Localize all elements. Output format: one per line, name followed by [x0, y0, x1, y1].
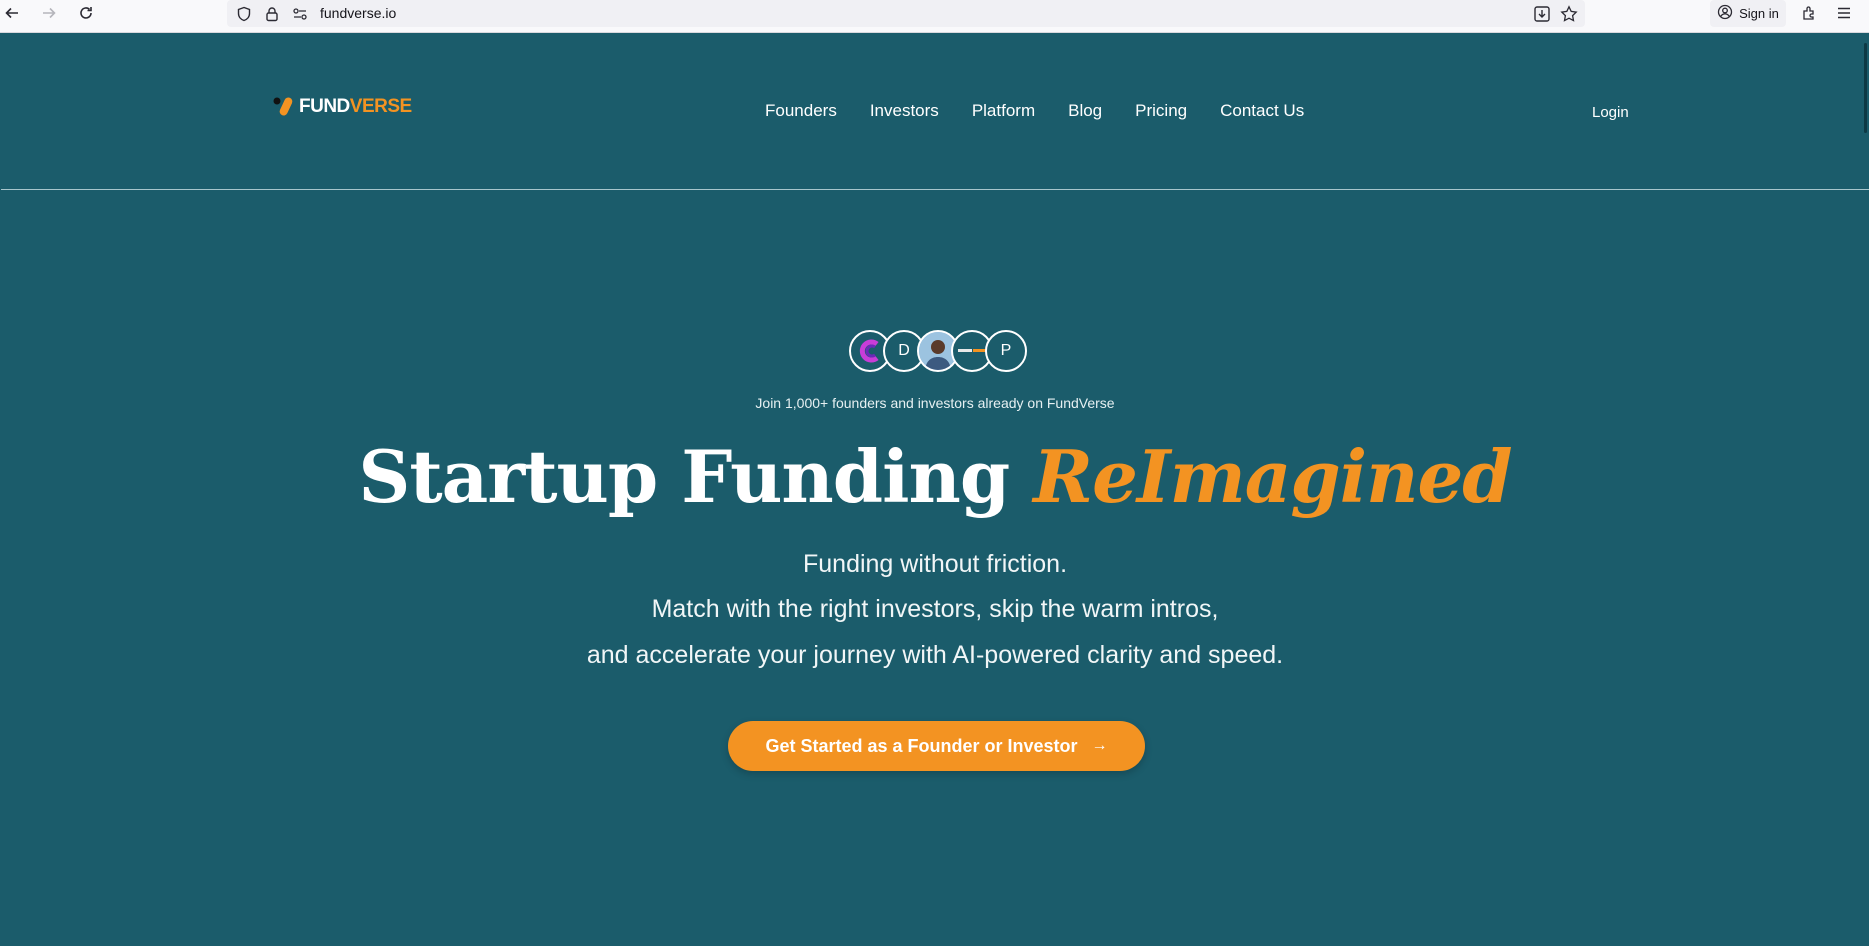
- logo-text-fund: FUND: [299, 96, 350, 117]
- menu-icon[interactable]: [1832, 2, 1856, 24]
- nav-blog[interactable]: Blog: [1068, 101, 1102, 121]
- back-icon[interactable]: [0, 2, 24, 24]
- reload-icon[interactable]: [74, 2, 98, 24]
- company-logo-icon: [859, 339, 879, 363]
- account-icon: [1717, 4, 1733, 23]
- hero-title: Startup Funding ReImagined: [1, 441, 1869, 513]
- main-nav: Founders Investors Platform Blog Pricing…: [765, 101, 1337, 121]
- get-started-label: Get Started as a Founder or Investor: [765, 735, 1078, 756]
- login-link[interactable]: Login: [1592, 104, 1629, 121]
- save-to-pocket-icon[interactable]: [1532, 4, 1552, 24]
- url-text[interactable]: fundverse.io: [320, 5, 396, 21]
- page: FUNDVERSE Founders Investors Platform Bl…: [1, 33, 1869, 946]
- site-settings-icon[interactable]: [290, 4, 310, 24]
- logo-text-verse: VERSE: [349, 96, 412, 117]
- avatar-initial: P: [1000, 342, 1012, 359]
- hero-title-main: Startup Funding: [358, 434, 1010, 519]
- browser-toolbar: fundverse.io Sign in: [0, 0, 1869, 33]
- sign-in-label: Sign in: [1739, 6, 1779, 21]
- company-logo-icon: [958, 349, 986, 352]
- avatar-initial: D: [898, 342, 910, 359]
- nav-contact-us[interactable]: Contact Us: [1220, 101, 1304, 121]
- lock-icon[interactable]: [262, 4, 282, 24]
- user-avatars: D P: [849, 330, 1027, 372]
- hero-subtitle-line-1: Funding without friction.: [802, 550, 1068, 578]
- nav-founders[interactable]: Founders: [765, 101, 837, 121]
- shield-icon[interactable]: [234, 4, 254, 24]
- forward-icon[interactable]: [37, 2, 61, 24]
- social-proof-text: Join 1,000+ founders and investors alrea…: [755, 395, 1115, 411]
- logo-mark-icon: [273, 97, 293, 116]
- url-bar[interactable]: fundverse.io: [227, 0, 1585, 27]
- nav-investors[interactable]: Investors: [870, 101, 939, 121]
- hero-subtitle-line-2: Match with the right investors, skip the…: [651, 595, 1219, 623]
- sign-in-button[interactable]: Sign in: [1710, 0, 1786, 27]
- nav-platform[interactable]: Platform: [972, 101, 1035, 121]
- fundverse-logo[interactable]: FUNDVERSE: [273, 95, 412, 119]
- site-header: FUNDVERSE Founders Investors Platform Bl…: [1, 33, 1869, 190]
- nav-pricing[interactable]: Pricing: [1135, 101, 1187, 121]
- arrow-right-icon: →: [1091, 737, 1108, 754]
- hero-title-accent: ReImagined: [1033, 434, 1512, 519]
- bookmark-star-icon[interactable]: [1559, 4, 1579, 24]
- avatar: P: [985, 330, 1027, 372]
- get-started-button[interactable]: Get Started as a Founder or Investor →: [728, 721, 1145, 771]
- extensions-icon[interactable]: [1797, 2, 1821, 24]
- hero-subtitle-line-3: and accelerate your journey with AI-powe…: [586, 641, 1284, 669]
